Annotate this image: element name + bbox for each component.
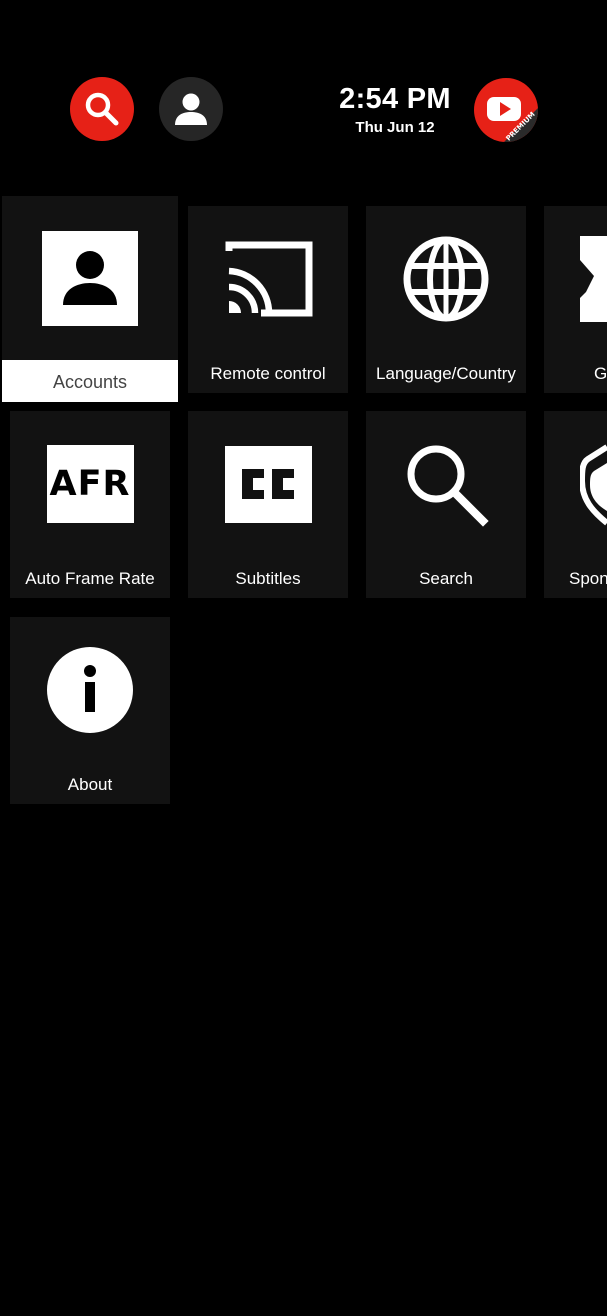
tile-label: G	[594, 364, 607, 383]
tile-partial-sponsor[interactable]: Spon	[544, 411, 607, 598]
tile-label: Subtitles	[235, 569, 301, 588]
tile-about[interactable]: About	[10, 617, 170, 804]
tile-label: Search	[419, 569, 473, 588]
tile-partial-g[interactable]: G	[544, 206, 607, 393]
tile-label: Accounts	[52, 372, 128, 392]
tile-label: Remote control	[210, 364, 326, 383]
search-icon	[407, 445, 489, 527]
tile-label: Auto Frame Rate	[25, 569, 155, 588]
tile-auto-frame-rate[interactable]: AFR Auto Frame Rate	[10, 411, 170, 598]
cc-icon	[224, 445, 312, 523]
tile-accounts[interactable]: Accounts	[2, 196, 178, 402]
afr-icon: AFR	[46, 445, 134, 523]
tile-subtitles[interactable]: Subtitles	[188, 411, 348, 598]
tile-remote-control[interactable]: Remote control	[188, 206, 348, 393]
tile-label: Spon	[569, 569, 607, 588]
tile-language-country[interactable]: Language/Country	[366, 206, 526, 393]
cast-icon	[225, 241, 313, 317]
puzzle-icon	[580, 236, 607, 322]
settings-grid: Accounts Remote control Language/Country	[0, 0, 607, 1316]
tile-search[interactable]: Search	[366, 411, 526, 598]
tile-label: Language/Country	[376, 364, 516, 383]
globe-icon	[403, 236, 489, 322]
person-icon	[42, 230, 138, 326]
info-icon	[47, 647, 133, 733]
afr-icon-text: AFR	[49, 464, 131, 504]
tile-label: About	[67, 775, 113, 794]
shield-icon	[580, 444, 607, 526]
